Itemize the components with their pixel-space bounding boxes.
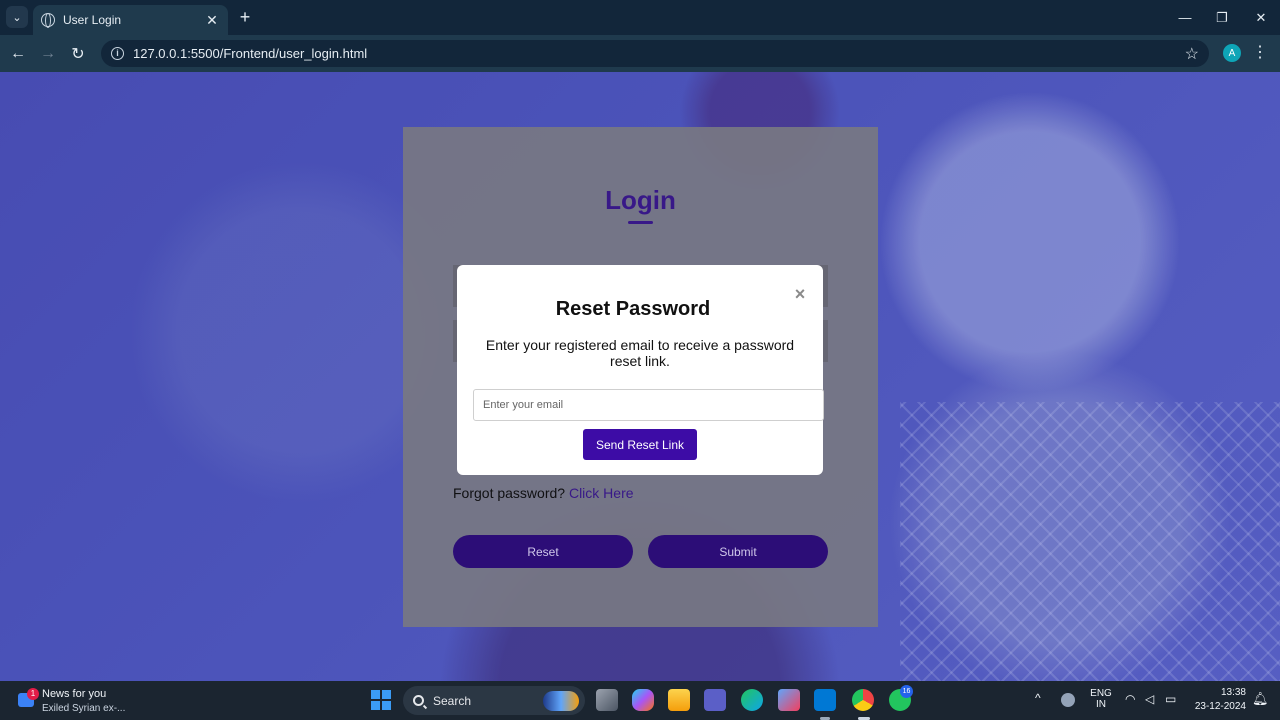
minimize-button[interactable]: — [1166, 0, 1204, 35]
onedrive-icon[interactable] [1061, 693, 1075, 707]
language-code: ENG [1090, 688, 1112, 699]
tab-title: User Login [63, 13, 122, 27]
wifi-icon[interactable]: ◠ [1125, 692, 1135, 706]
globe-icon [41, 13, 55, 28]
close-tab-icon[interactable]: ✕ [204, 12, 220, 29]
browser-toolbar: ← → ↻ i 127.0.0.1:5500/Frontend/user_log… [0, 35, 1280, 72]
search-label: Search [433, 693, 472, 708]
tab-search-button[interactable]: ⌄ [6, 6, 28, 28]
taskbar-search[interactable]: Search [403, 686, 585, 715]
restore-button[interactable]: ❐ [1203, 0, 1241, 35]
windows-taskbar: 1 News for you Exiled Syrian ex-... Sear… [0, 681, 1280, 720]
notification-bell-icon[interactable]: 🔔︎ [1252, 691, 1269, 707]
show-hidden-icons-icon[interactable]: ^ [1035, 691, 1041, 705]
language-indicator[interactable]: ENG IN [1088, 688, 1114, 710]
modal-description: Enter your registered email to receive a… [485, 337, 795, 369]
modal-title: Reset Password [555, 298, 711, 320]
clock-date: 23-12-2024 [1194, 701, 1246, 712]
browser-tab-bar: ⌄ User Login ✕ + — ❐ ✕ [0, 0, 1280, 35]
address-bar[interactable]: i 127.0.0.1:5500/Frontend/user_login.htm… [101, 40, 1209, 67]
site-info-icon[interactable]: i [111, 47, 124, 60]
battery-icon[interactable]: ▭ [1165, 692, 1176, 706]
file-explorer-icon[interactable] [668, 689, 690, 711]
chrome-icon[interactable] [852, 689, 874, 711]
news-subtitle: Exiled Syrian ex-... [42, 703, 126, 714]
search-highlight-icon [543, 690, 579, 711]
news-badge: 1 [27, 688, 39, 700]
search-icon [413, 695, 424, 706]
page-viewport: Login Forgot password? Click Here Reset … [0, 72, 1280, 681]
whatsapp-badge: 16 [900, 685, 913, 698]
bookmark-star-icon[interactable]: ☆ [1185, 44, 1199, 64]
back-button[interactable]: ← [5, 41, 31, 67]
close-window-button[interactable]: ✕ [1242, 0, 1280, 35]
store-icon[interactable] [778, 689, 800, 711]
reset-password-modal: × Reset Password Enter your registered e… [457, 265, 824, 475]
forward-button[interactable]: → [35, 41, 61, 67]
reload-button[interactable]: ↻ [65, 41, 91, 67]
language-region: IN [1096, 699, 1106, 710]
copilot-icon[interactable] [632, 689, 654, 711]
clock-time: 13:38 [1220, 687, 1246, 698]
news-title: News for you [42, 688, 107, 700]
teams-icon[interactable] [704, 689, 726, 711]
clock[interactable]: 13:38 23-12-2024 [1190, 687, 1246, 712]
address-url[interactable]: 127.0.0.1:5500/Frontend/user_login.html [133, 46, 1185, 61]
task-view-icon[interactable] [596, 689, 618, 711]
edge-icon[interactable] [741, 689, 763, 711]
browser-tab-active[interactable]: User Login ✕ [33, 5, 228, 35]
vscode-icon[interactable] [814, 689, 836, 711]
volume-icon[interactable]: ◁ [1145, 692, 1154, 706]
news-widget[interactable]: 1 News for you Exiled Syrian ex-... [16, 685, 146, 715]
email-input[interactable] [473, 389, 824, 421]
browser-menu-icon[interactable]: ⋮ [1252, 42, 1268, 64]
start-button[interactable] [371, 690, 391, 710]
new-tab-button[interactable]: + [235, 6, 255, 28]
send-reset-link-button[interactable]: Send Reset Link [583, 429, 697, 460]
profile-avatar[interactable]: A [1223, 44, 1241, 62]
